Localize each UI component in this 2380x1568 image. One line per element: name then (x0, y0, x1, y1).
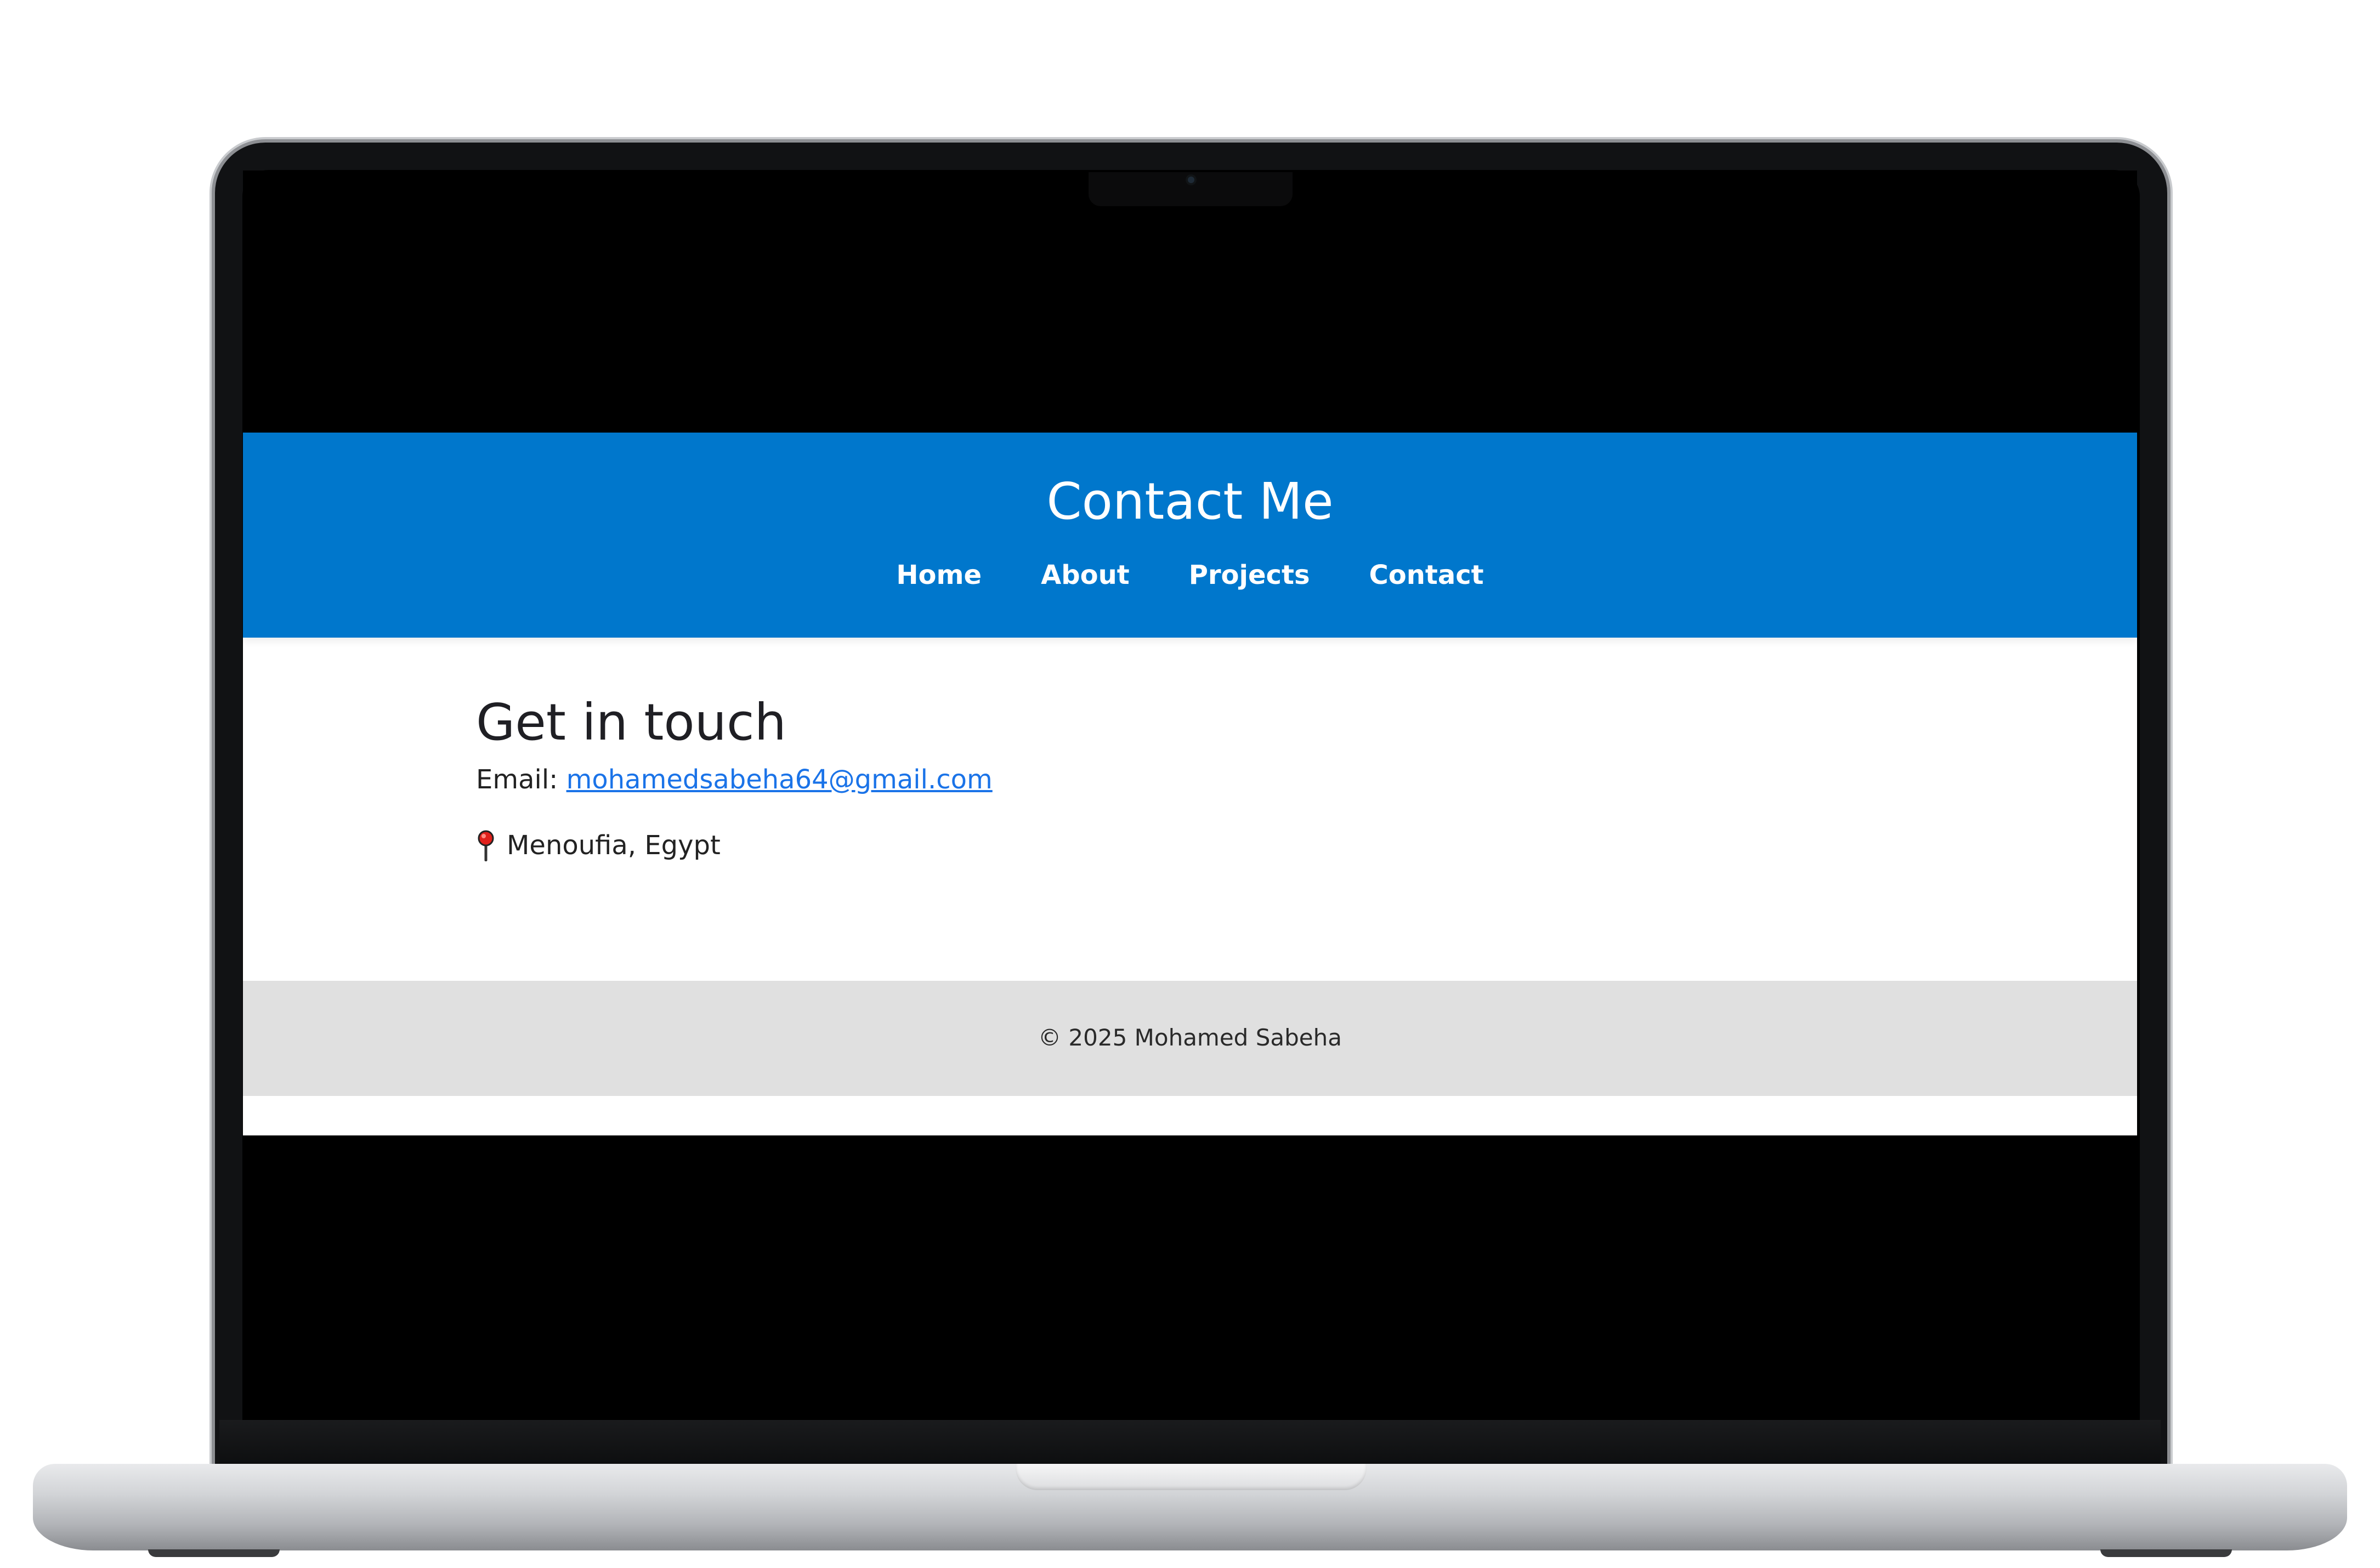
email-label: Email: (476, 764, 566, 795)
browser-viewport: Contact Me Home About Projects Contact G… (243, 171, 2137, 1399)
page-title: Contact Me (1046, 472, 1334, 531)
email-link[interactable]: mohamedsabeha64@gmail.com (566, 764, 993, 795)
laptop-mockup: Contact Me Home About Projects Contact G… (0, 0, 2380, 1568)
laptop-thumb-recess (1016, 1464, 1367, 1490)
site-footer: © 2025 Mohamed Sabeha (243, 981, 2137, 1096)
location-line: Menoufia, Egypt (476, 828, 721, 862)
laptop-foot-right (2100, 1549, 2232, 1557)
contact-page: Contact Me Home About Projects Contact G… (243, 433, 2137, 1135)
nav-link-about[interactable]: About (1041, 559, 1130, 592)
site-header: Contact Me Home About Projects Contact (243, 433, 2137, 638)
location-text: Menoufia, Egypt (507, 830, 721, 861)
main-nav: Home About Projects Contact (243, 559, 2137, 592)
laptop-foot-left (148, 1549, 280, 1557)
copyright-text: © 2025 Mohamed Sabeha (1038, 1024, 1342, 1051)
webcam (1188, 177, 1194, 183)
laptop-hinge (219, 1420, 2161, 1469)
nav-link-home[interactable]: Home (896, 559, 982, 592)
nav-link-projects[interactable]: Projects (1189, 559, 1310, 592)
email-line: Email: mohamedsabeha64@gmail.com (476, 763, 993, 797)
nav-link-contact[interactable]: Contact (1369, 559, 1484, 592)
round-pushpin-icon (476, 830, 496, 862)
section-heading: Get in touch (476, 693, 786, 752)
